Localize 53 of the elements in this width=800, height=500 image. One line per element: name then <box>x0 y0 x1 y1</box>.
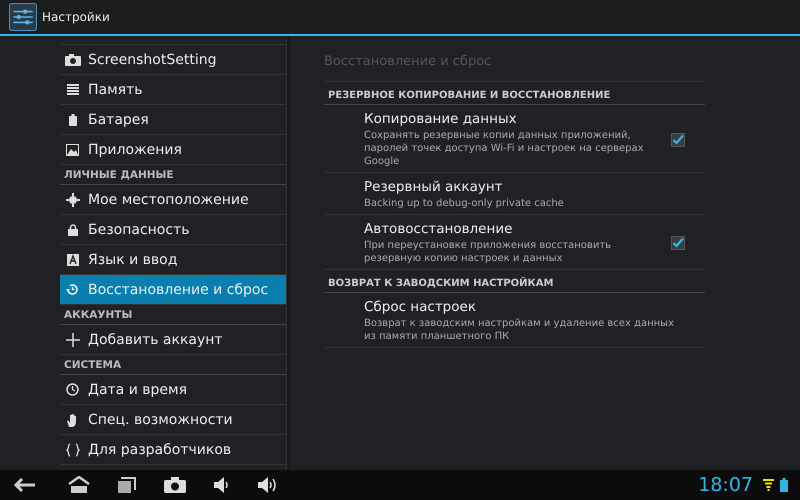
preference-item[interactable]: Резервный аккаунт Backing up to debug-only private cache <box>324 173 705 215</box>
keyboard-letter-icon <box>66 254 78 266</box>
category-header: АККАУНТЫ <box>60 305 286 325</box>
section-header: РЕЗЕРВНОЕ КОПИРОВАНИЕ И ВОССТАНОВЛЕНИЕ <box>324 82 705 105</box>
sidebar-item[interactable]: Батарея <box>60 105 286 135</box>
plus-icon <box>66 332 80 346</box>
preference-item[interactable]: Автовосстановление При переустановке приложения восстановить резервную копию настроек и данных <box>324 215 705 270</box>
camera-icon[interactable] <box>164 477 186 493</box>
preference-summary: Сохранять резервные копии данных приложений, паролей точек доступа Wi-Fi и настроек на серверах Google <box>364 129 645 168</box>
recent-apps-icon[interactable] <box>118 477 136 493</box>
category-header: СИСТЕМА <box>60 355 286 375</box>
sidebar-item[interactable]: Добавить аккаунт <box>60 325 286 355</box>
preference-summary: При переустановке приложения восстановить резервную копию настроек и данных <box>364 239 612 265</box>
sidebar-item[interactable]: Спец. возможности <box>60 405 286 435</box>
preference-item[interactable]: Копирование данных Сохранять резервные копии данных приложений, паролей точек доступа Wi-Fi и настроек на серверах Google <box>324 105 705 173</box>
picture-icon <box>66 144 79 156</box>
back-icon[interactable] <box>14 478 36 492</box>
sidebar-item[interactable]: Безопасность <box>60 215 286 245</box>
lock-icon <box>68 224 78 236</box>
sidebar-item[interactable]: Для разработчиков <box>60 435 286 465</box>
home-icon[interactable] <box>68 476 90 494</box>
sidebar-item[interactable]: Мое местоположение <box>60 185 286 215</box>
sidebar-item[interactable]: Память <box>60 75 286 105</box>
preference-title: Сброс настроек <box>364 299 477 315</box>
volume-up-icon[interactable] <box>258 477 278 493</box>
preference-title: Автовосстановление <box>364 221 514 237</box>
settings-sliders-icon[interactable] <box>9 3 37 31</box>
category-header: ЛИЧНЫЕ ДАННЫЕ <box>60 165 286 185</box>
checkbox[interactable] <box>671 132 685 146</box>
battery-icon <box>68 114 76 126</box>
preference-summary: Возврат к заводским настройкам и удаление всех данных из памяти планшетного ПК <box>364 317 675 343</box>
sidebar-item[interactable]: Приложения <box>60 135 286 165</box>
clock-time[interactable]: 18:07 <box>698 474 753 496</box>
sidebar-item[interactable]: ScreenshotSetting <box>60 45 286 75</box>
preference-title: Копирование данных <box>364 111 518 127</box>
location-icon <box>66 192 80 206</box>
sidebar-item[interactable]: Дата и время <box>60 375 286 405</box>
battery-icon <box>780 478 788 492</box>
section-header: ВОЗВРАТ К ЗАВОДСКИМ НАСТРОЙКАМ <box>324 270 705 293</box>
restore-clock-icon <box>66 283 79 296</box>
app-title: Настройки <box>42 10 110 24</box>
preference-title: Резервный аккаунт <box>364 179 504 195</box>
checkbox[interactable] <box>671 236 685 250</box>
volume-down-icon[interactable] <box>214 477 230 493</box>
clock-icon <box>66 383 79 396</box>
braces-icon <box>66 442 80 456</box>
list-icon <box>66 84 78 95</box>
preference-summary: Backing up to debug-only private cache <box>364 197 565 210</box>
preference-item[interactable]: Сброс настроек Возврат к заводским настройкам и удаление всех данных из памяти планшетного ПК <box>324 293 705 348</box>
camera-icon <box>64 54 80 66</box>
hand-icon <box>66 412 79 426</box>
sidebar-item[interactable]: Восстановление и сброс <box>60 275 286 305</box>
wifi-signal-icon <box>763 479 774 491</box>
